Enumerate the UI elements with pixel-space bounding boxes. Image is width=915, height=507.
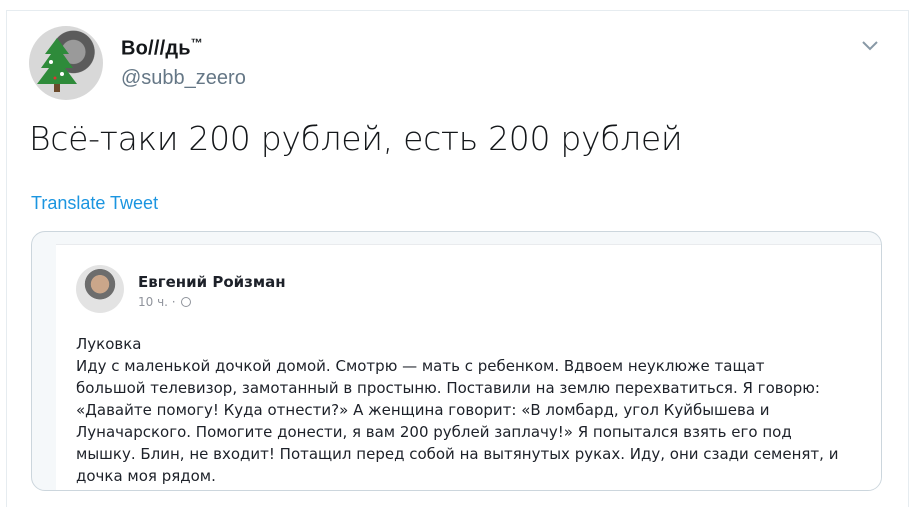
tweet-text: Всё-таки 200 рублей, есть 200 рублей xyxy=(29,119,683,158)
post-time: 10 ч. · xyxy=(138,295,176,309)
display-name[interactable]: Во///дь™ xyxy=(121,36,246,61)
chevron-down-icon[interactable] xyxy=(859,34,881,56)
trademark-mark: ™ xyxy=(190,36,203,50)
author-names[interactable]: Во///дь™ @subb_zeero xyxy=(121,36,246,90)
tree-icon xyxy=(37,38,77,92)
post-author-name: Евгений Ройзман xyxy=(138,273,286,291)
globe-icon xyxy=(181,297,192,307)
post-meta: 10 ч. · xyxy=(138,295,192,309)
embedded-post: Евгений Ройзман 10 ч. · Луковка Иду с ма… xyxy=(56,244,881,490)
user-handle[interactable]: @subb_zeero xyxy=(121,67,246,90)
translate-tweet-link[interactable]: Translate Tweet xyxy=(31,193,158,214)
post-body: Луковка Иду с маленькой дочкой домой. См… xyxy=(76,335,839,485)
attached-image[interactable]: Евгений Ройзман 10 ч. · Луковка Иду с ма… xyxy=(31,231,882,491)
avatar[interactable] xyxy=(29,26,103,100)
post-author-avatar xyxy=(76,265,124,313)
tweet-card[interactable]: Во///дь™ @subb_zeero Всё-таки 200 рублей… xyxy=(6,10,909,507)
tweet-header: Во///дь™ @subb_zeero xyxy=(29,26,889,106)
